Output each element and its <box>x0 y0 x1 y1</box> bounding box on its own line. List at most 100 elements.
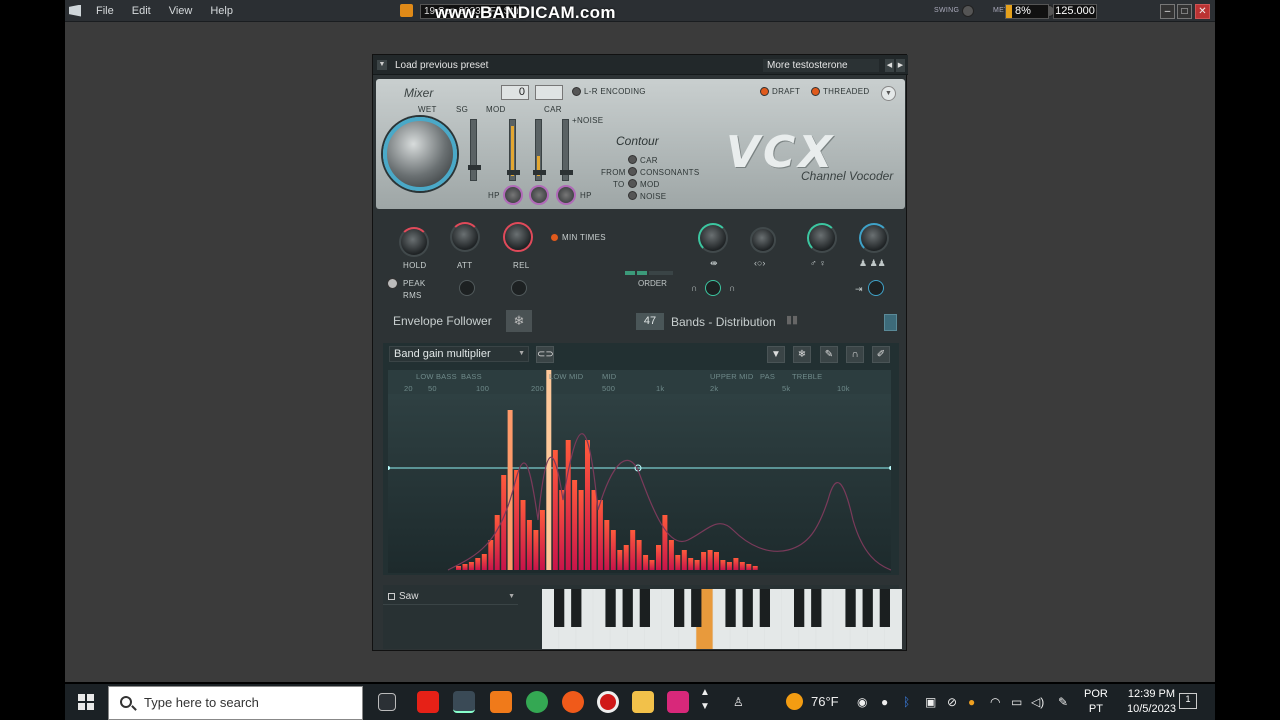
stereo-width-knob[interactable] <box>698 223 728 253</box>
band-bar[interactable] <box>597 500 603 570</box>
black-key[interactable] <box>759 589 770 627</box>
recorder-icon[interactable] <box>597 691 619 713</box>
band-bar[interactable] <box>578 490 584 570</box>
black-key[interactable] <box>811 589 822 627</box>
band-bar[interactable] <box>565 440 571 570</box>
flower-app-icon[interactable] <box>667 691 689 713</box>
close-button[interactable]: ✕ <box>1195 4 1210 19</box>
band-bar[interactable] <box>462 564 468 570</box>
menu-view[interactable]: View <box>169 5 193 17</box>
battery-icon[interactable]: ▭ <box>1011 695 1022 709</box>
firefox-icon[interactable] <box>562 691 584 713</box>
band-bar[interactable] <box>591 490 597 570</box>
weather-icon[interactable] <box>786 693 803 710</box>
band-bar[interactable] <box>546 370 552 570</box>
black-key[interactable] <box>691 589 702 627</box>
band-bar[interactable] <box>585 440 590 570</box>
band-bar[interactable] <box>572 480 578 570</box>
task-view-icon[interactable] <box>378 693 396 711</box>
band-bar[interactable] <box>488 540 494 570</box>
band-bar[interactable] <box>456 566 461 570</box>
link-icon[interactable]: ⊂⊃ <box>536 346 554 363</box>
band-bar[interactable] <box>481 554 487 570</box>
rss-icon[interactable] <box>400 4 413 17</box>
freeze-icon[interactable]: ❄ <box>506 310 532 332</box>
noise-slider[interactable] <box>560 119 573 181</box>
band-bar[interactable] <box>494 515 500 570</box>
band-bar[interactable] <box>630 530 636 570</box>
preset-name[interactable]: More testosterone <box>763 59 879 72</box>
magnet-icon[interactable]: ∩ <box>846 346 864 363</box>
band-bar[interactable] <box>475 558 481 570</box>
threaded-led[interactable] <box>811 87 820 96</box>
app-tray-icon[interactable]: ▣ <box>925 695 936 709</box>
band-gain-multiplier-dropdown[interactable]: Band gain multiplier ▼ <box>389 346 529 362</box>
black-key[interactable] <box>605 589 616 627</box>
youtube-icon[interactable] <box>417 691 439 713</box>
menu-help[interactable]: Help <box>210 5 233 17</box>
gender-knob[interactable] <box>807 223 837 253</box>
band-bar[interactable] <box>604 520 610 570</box>
band-bar[interactable] <box>520 500 526 570</box>
band-bar[interactable] <box>752 566 758 570</box>
min-times-led[interactable] <box>550 233 559 242</box>
mic-icon[interactable]: ● <box>881 695 888 709</box>
load-previous-preset[interactable]: Load previous preset <box>395 60 488 71</box>
rel-curve-knob[interactable] <box>511 280 527 296</box>
draw-tool-icon[interactable]: ✎ <box>820 346 838 363</box>
band-bar[interactable] <box>559 490 565 570</box>
rel-knob[interactable] <box>503 222 533 252</box>
band-bar[interactable] <box>681 550 687 570</box>
taskbar-search-box[interactable]: Type here to search <box>108 686 363 720</box>
noise-hp-knob[interactable] <box>556 185 576 205</box>
snowflake-tool-icon[interactable]: ❄ <box>793 346 811 363</box>
band-bar[interactable] <box>739 562 745 570</box>
clock[interactable]: 12:39 PM 10/5/2023 <box>1127 687 1176 717</box>
black-key[interactable] <box>554 589 565 627</box>
car-knob[interactable] <box>529 185 549 205</box>
fl-logo-icon[interactable] <box>69 4 81 17</box>
band-bar[interactable] <box>623 545 629 570</box>
black-key[interactable] <box>794 589 805 627</box>
voices-knob[interactable] <box>859 223 889 253</box>
language-indicator[interactable]: POR PT <box>1084 687 1108 717</box>
band-bar[interactable] <box>675 555 681 570</box>
band-gain-graph[interactable]: LOW BASS BASS LOW MID MID UPPER MID PAS … <box>388 370 891 573</box>
instrument-dropdown[interactable]: Saw ▼ <box>383 588 518 605</box>
band-bar[interactable] <box>656 545 661 570</box>
contour-consonants-led[interactable] <box>628 167 637 176</box>
band-bar[interactable] <box>662 515 668 570</box>
att-curve-knob[interactable] <box>459 280 475 296</box>
fade-knob[interactable] <box>868 280 884 296</box>
band-bar[interactable] <box>507 410 513 570</box>
pen-icon[interactable]: ✎ <box>1058 695 1068 709</box>
people-icon[interactable]: ♙ <box>733 695 744 709</box>
band-bar[interactable] <box>707 550 713 570</box>
next-preset-button[interactable]: ▶ <box>896 59 905 72</box>
band-bar[interactable] <box>539 510 545 570</box>
fl-studio-taskbar-icon[interactable] <box>453 691 475 713</box>
band-bar[interactable] <box>720 560 726 570</box>
band-bar[interactable] <box>746 564 752 570</box>
contour-car-led[interactable] <box>628 155 637 164</box>
brush-tool-icon[interactable]: ✐ <box>872 346 890 363</box>
contour-mod-led[interactable] <box>628 179 637 188</box>
menu-edit[interactable]: Edit <box>132 5 151 17</box>
filter-shape-knob[interactable] <box>705 280 721 296</box>
wet-knob[interactable] <box>383 117 457 191</box>
audacity-icon[interactable] <box>490 691 512 713</box>
black-key[interactable] <box>879 589 890 627</box>
band-bar[interactable] <box>701 552 707 570</box>
alert-tray-icon[interactable]: ● <box>968 695 975 709</box>
black-key[interactable] <box>639 589 650 627</box>
black-key[interactable] <box>845 589 856 627</box>
bluetooth-icon[interactable]: ᛒ <box>903 695 910 709</box>
tempo-display[interactable]: 125.000 <box>1053 4 1097 19</box>
windows-start-icon[interactable] <box>78 694 94 710</box>
black-key[interactable] <box>674 589 685 627</box>
mod-hp-knob[interactable] <box>503 185 523 205</box>
band-bar[interactable] <box>526 520 532 570</box>
volume-icon[interactable]: ◁) <box>1031 695 1044 709</box>
contour-noise-led[interactable] <box>628 191 637 200</box>
side-scroll-button[interactable] <box>884 314 897 331</box>
